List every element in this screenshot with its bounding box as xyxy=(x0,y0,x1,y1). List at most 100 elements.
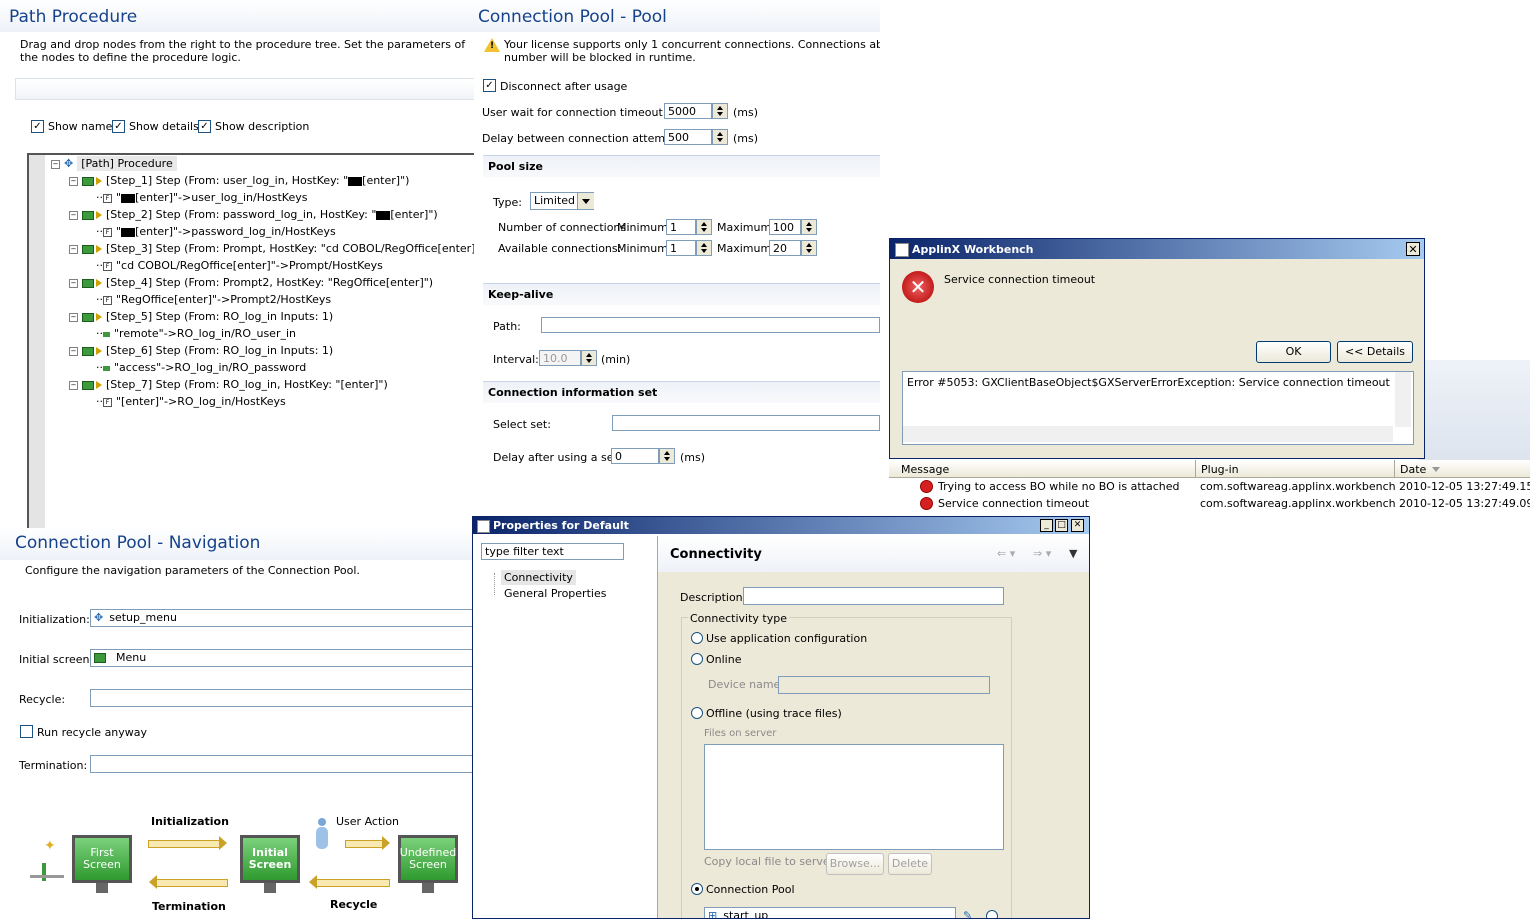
forward-icon[interactable]: ⇒ ▾ xyxy=(1033,547,1051,560)
tree-step[interactable]: − [Step_2] Step (From: password_log_in, H… xyxy=(69,208,438,221)
collapse-icon[interactable]: − xyxy=(69,244,78,254)
collapse-icon[interactable]: − xyxy=(69,176,78,186)
connection-pool-radio[interactable] xyxy=(691,883,703,895)
tree-step-child[interactable]: ·· F "RegOffice[enter]"->Prompt2/HostKeys xyxy=(96,293,331,306)
delay-set-input[interactable]: 0 xyxy=(611,448,659,464)
tree-step-child[interactable]: ·· "access"->RO_log_in/RO_password xyxy=(96,361,306,374)
collapse-icon[interactable]: − xyxy=(69,278,78,288)
tree-step[interactable]: − [Step_1] Step (From: user_log_in, HostK… xyxy=(69,174,409,187)
tree-step[interactable]: − [Step_5] Step (From: RO_log_in Inputs: … xyxy=(69,310,333,323)
avail-max-spinner[interactable] xyxy=(801,240,817,256)
nav-item-connectivity[interactable]: Connectivity xyxy=(501,570,576,585)
star-icon: ✦ xyxy=(44,838,56,854)
num-max-input[interactable]: 100 xyxy=(769,219,801,235)
tree-root[interactable]: − ✥ [Path] Procedure xyxy=(51,156,177,171)
initial-screen-value: Menu xyxy=(116,651,147,664)
back-icon[interactable]: ⇐ ▾ xyxy=(997,547,1015,560)
view-menu-icon[interactable]: ▼ xyxy=(1069,547,1077,560)
maximize-icon[interactable]: □ xyxy=(1055,519,1068,532)
collapse-icon[interactable]: − xyxy=(51,159,60,169)
offline-radio[interactable] xyxy=(691,707,703,719)
step-label: [Step_5] Step (From: RO_log_in Inputs: 1… xyxy=(106,310,334,323)
wait-spinner[interactable] xyxy=(712,103,728,119)
connection-pool-select[interactable]: ⊞ start_up xyxy=(704,907,956,918)
delay-spinner[interactable] xyxy=(712,129,728,145)
avail-min-spinner[interactable] xyxy=(696,240,712,256)
delete-button[interactable]: Delete xyxy=(888,853,932,875)
termination-input[interactable] xyxy=(90,755,474,773)
browse-button[interactable]: Browse... xyxy=(826,853,884,875)
interval-unit: (min) xyxy=(601,353,631,366)
num-min-spinner[interactable] xyxy=(696,219,712,235)
tree-step[interactable]: − [Step_7] Step (From: RO_log_in, HostKey… xyxy=(69,378,388,391)
collapse-icon[interactable]: − xyxy=(69,346,78,356)
tree-step[interactable]: − [Step_6] Step (From: RO_log_in Inputs: … xyxy=(69,344,333,357)
path-procedure-panel: Path Procedure Drag and drop nodes from … xyxy=(0,0,476,530)
show-description-checkbox[interactable]: ✓ xyxy=(198,120,211,133)
interval-input[interactable]: 10.0 xyxy=(539,350,581,366)
collapse-icon[interactable]: − xyxy=(69,210,78,220)
dropdown-arrow-icon[interactable] xyxy=(577,193,594,209)
tree-step[interactable]: − [Step_4] Step (From: Prompt2, HostKey: … xyxy=(69,276,433,289)
run-recycle-checkbox[interactable] xyxy=(20,725,33,738)
dialog-title: ApplinX Workbench xyxy=(912,243,1034,256)
details-textarea[interactable]: Error #5053: GXClientBaseObject$GXServer… xyxy=(902,371,1414,445)
disconnect-checkbox[interactable]: ✓ xyxy=(483,79,496,92)
avail-max-input[interactable]: 20 xyxy=(769,240,801,256)
step-child-label: "[enter]"->RO_log_in/HostKeys xyxy=(116,395,286,408)
init-input[interactable]: ✥ setup_menu xyxy=(90,609,474,627)
properties-dialog: Properties for Default _ □ ✕ type filter… xyxy=(472,516,1090,919)
step-icon xyxy=(82,210,94,220)
show-details-checkbox[interactable]: ✓ xyxy=(112,120,125,133)
column-message[interactable]: Message xyxy=(901,463,949,476)
pool-size-header: Pool size xyxy=(483,155,880,177)
tree-step-child[interactable]: ·· "remote"->RO_log_in/RO_user_in xyxy=(96,327,296,340)
tree-step-child[interactable]: ·· F " [enter]"->user_log_in/HostKeys xyxy=(96,191,307,204)
filter-input[interactable]: type filter text xyxy=(481,543,624,560)
collapse-icon[interactable]: − xyxy=(69,312,78,322)
dialog-title: Properties for Default xyxy=(493,519,629,532)
warning-mark: ! xyxy=(490,41,495,51)
description-input[interactable] xyxy=(743,587,1004,605)
device-name-input[interactable] xyxy=(778,676,990,694)
ok-button[interactable]: OK xyxy=(1256,341,1331,363)
column-plugin[interactable]: Plug-in xyxy=(1201,463,1239,476)
wait-input[interactable]: 5000 xyxy=(664,103,712,119)
run-recycle-label: Run recycle anyway xyxy=(37,726,148,739)
use-app-config-radio[interactable] xyxy=(691,632,703,644)
tree-step[interactable]: − [Step_3] Step (From: Prompt, HostKey: "… xyxy=(69,242,476,255)
table-row[interactable]: Trying to access BO while no BO is attac… xyxy=(938,480,1179,493)
vertical-scrollbar[interactable] xyxy=(1395,372,1411,427)
horizontal-scrollbar[interactable] xyxy=(903,426,1393,442)
initial-screen-input[interactable]: Menu xyxy=(90,649,474,667)
table-row[interactable]: Service connection timeout xyxy=(938,497,1089,510)
path-label: Path: xyxy=(493,320,521,333)
nav-item-general-properties[interactable]: General Properties xyxy=(504,587,606,600)
delay-input[interactable]: 500 xyxy=(664,129,712,145)
files-on-server-label: Files on server xyxy=(704,728,777,739)
navigation-panel: Connection Pool - Navigation Configure t… xyxy=(0,528,474,919)
refresh-icon[interactable] xyxy=(986,910,998,918)
recycle-input[interactable] xyxy=(90,689,474,707)
files-list[interactable] xyxy=(704,744,1004,850)
show-name-checkbox[interactable]: ✓ xyxy=(31,120,44,133)
avail-min-input[interactable]: 1 xyxy=(666,240,696,256)
column-date[interactable]: Date xyxy=(1400,463,1426,476)
tree-step-child[interactable]: ·· F "[enter]"->RO_log_in/HostKeys xyxy=(96,395,286,408)
minimize-icon[interactable]: _ xyxy=(1040,519,1053,532)
online-radio[interactable] xyxy=(691,653,703,665)
page-title: Connectivity xyxy=(670,547,762,562)
details-button[interactable]: << Details xyxy=(1337,341,1413,363)
num-min-input[interactable]: 1 xyxy=(666,219,696,235)
tree-step-child[interactable]: ·· F " [enter]"->password_log_in/HostKeys xyxy=(96,225,336,238)
num-max-spinner[interactable] xyxy=(801,219,817,235)
close-icon[interactable]: ✕ xyxy=(1071,519,1084,532)
delay-set-spinner[interactable] xyxy=(659,448,675,464)
collapse-icon[interactable]: − xyxy=(69,380,78,390)
interval-spinner[interactable] xyxy=(581,350,597,366)
select-set-input[interactable] xyxy=(612,415,880,431)
close-icon[interactable]: ✕ xyxy=(1406,242,1420,256)
edit-icon[interactable]: ✎ xyxy=(963,909,972,918)
tree-step-child[interactable]: ·· F "cd COBOL/RegOffice[enter]"->Prompt/H… xyxy=(96,259,383,272)
path-input[interactable] xyxy=(541,317,880,333)
